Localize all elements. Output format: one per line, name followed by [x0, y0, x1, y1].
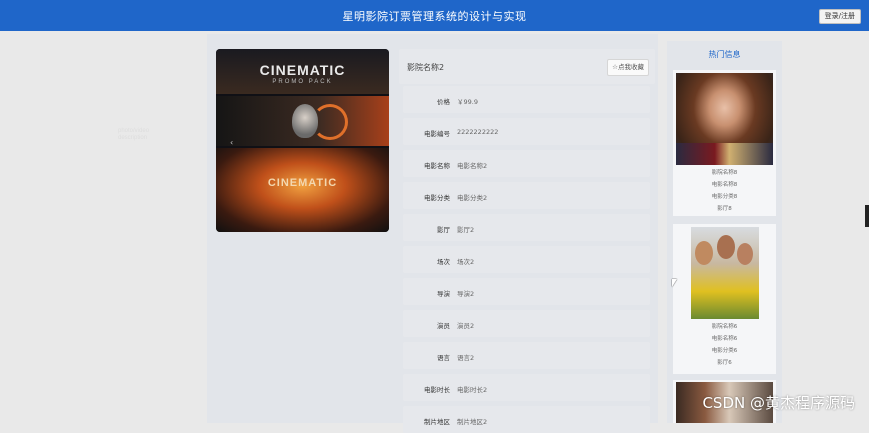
hot-item-hall: 影厅6	[717, 360, 732, 366]
detail-value: 电影分类2	[457, 194, 488, 202]
site-title: 星明影院订票管理系统的设计与实现	[342, 10, 527, 23]
detail-row-category: 电影分类 电影分类2	[403, 182, 650, 209]
poster-subtitle-top: PROMO PACK	[272, 79, 333, 85]
hot-item-hall: 影厅8	[717, 206, 732, 212]
detail-label: 场次	[437, 258, 450, 266]
detail-value: 2222222222	[457, 128, 499, 136]
detail-label: 电影分类	[424, 194, 450, 202]
hot-item-category: 电影分类6	[711, 348, 738, 354]
hot-item-cinema: 影院名称6	[711, 324, 738, 330]
detail-row-movie-id: 电影编号 2222222222	[403, 118, 650, 145]
detail-value: 电影时长2	[457, 386, 488, 394]
detail-row-director: 导演 导演2	[403, 278, 650, 305]
detail-label: 电影编号	[424, 130, 450, 138]
poster-title-top: CINEMATIC	[259, 62, 346, 78]
detail-value: 导演2	[457, 290, 475, 298]
detail-row-duration: 电影时长 电影时长2	[403, 374, 650, 401]
detail-value: 场次2	[457, 258, 475, 266]
detail-value: 制片地区2	[457, 418, 488, 426]
detail-label: 影厅	[437, 226, 450, 234]
hot-item-image-face	[695, 241, 713, 265]
detail-row-price: 价格 ￥99.9	[403, 86, 650, 113]
hot-item-movie-name: 电影名称6	[711, 336, 738, 342]
detail-label: 电影名称	[424, 162, 450, 170]
hot-item-image[interactable]	[691, 227, 759, 319]
mouse-cursor-icon	[672, 279, 677, 287]
hot-item-image-face	[737, 243, 753, 265]
detail-row-movie-name: 电影名称 电影名称2	[403, 150, 650, 177]
detail-value: ￥99.9	[457, 98, 478, 106]
hot-item-movie-name: 电影名称8	[711, 182, 738, 188]
login-register-button[interactable]: 登录/注册	[818, 9, 861, 24]
detail-row-language: 语言 语言2	[403, 342, 650, 369]
hot-item-card[interactable]: 影院名称8 电影名称8 电影分类8 影厅8	[673, 70, 776, 216]
hot-item-category: 电影分类8	[711, 194, 738, 200]
scrollbar-handle[interactable]	[865, 205, 869, 227]
hot-info-title: 热门信息	[708, 50, 741, 59]
detail-label: 导演	[437, 290, 450, 298]
poster-caption-line-1: photo/video	[118, 128, 150, 134]
detail-value: 语言2	[457, 354, 475, 362]
detail-row-session: 场次 场次2	[403, 246, 650, 273]
hot-item-cinema: 影院名称8	[711, 170, 738, 176]
detail-row-actors: 演员 演员2	[403, 310, 650, 337]
detail-value: 影厅2	[457, 226, 475, 234]
hot-item-image-collar	[676, 143, 773, 165]
favorite-button[interactable]: ☆点我收藏	[607, 59, 649, 76]
poster-fire-ring	[312, 104, 348, 140]
poster-caption: photo/video description	[118, 128, 149, 142]
detail-label: 制片地区	[424, 418, 450, 426]
detail-row-hall: 影厅 影厅2	[403, 214, 650, 241]
detail-value: 演员2	[457, 322, 475, 330]
detail-row-region: 制片地区 制片地区2	[403, 406, 650, 433]
hot-item-card[interactable]: 影院名称6 电影名称6 电影分类6 影厅6	[673, 224, 776, 374]
detail-value: 电影名称2	[457, 162, 488, 170]
poster-slide-bottom	[216, 148, 389, 232]
hot-item-image[interactable]	[676, 73, 773, 165]
watermark: CSDN @黄杰程序源码	[702, 394, 855, 412]
cinema-name-header: 影院名称2 ☆点我收藏	[399, 49, 655, 84]
cinema-name: 影院名称2	[407, 63, 445, 72]
detail-label: 语言	[437, 354, 450, 362]
poster-caption-line-2: description	[118, 135, 148, 141]
detail-label: 价格	[437, 98, 450, 106]
detail-label: 电影时长	[424, 386, 450, 394]
carousel-prev-arrow-icon[interactable]: ‹	[230, 138, 233, 147]
movie-poster-carousel[interactable]: CINEMATIC PROMO PACK CINEMATIC	[216, 49, 389, 232]
top-nav-bar: 星明影院订票管理系统的设计与实现 登录/注册	[0, 0, 869, 31]
poster-title-bottom: CINEMATIC	[267, 177, 338, 189]
detail-label: 演员	[437, 322, 450, 330]
hot-item-image-face	[717, 235, 735, 259]
